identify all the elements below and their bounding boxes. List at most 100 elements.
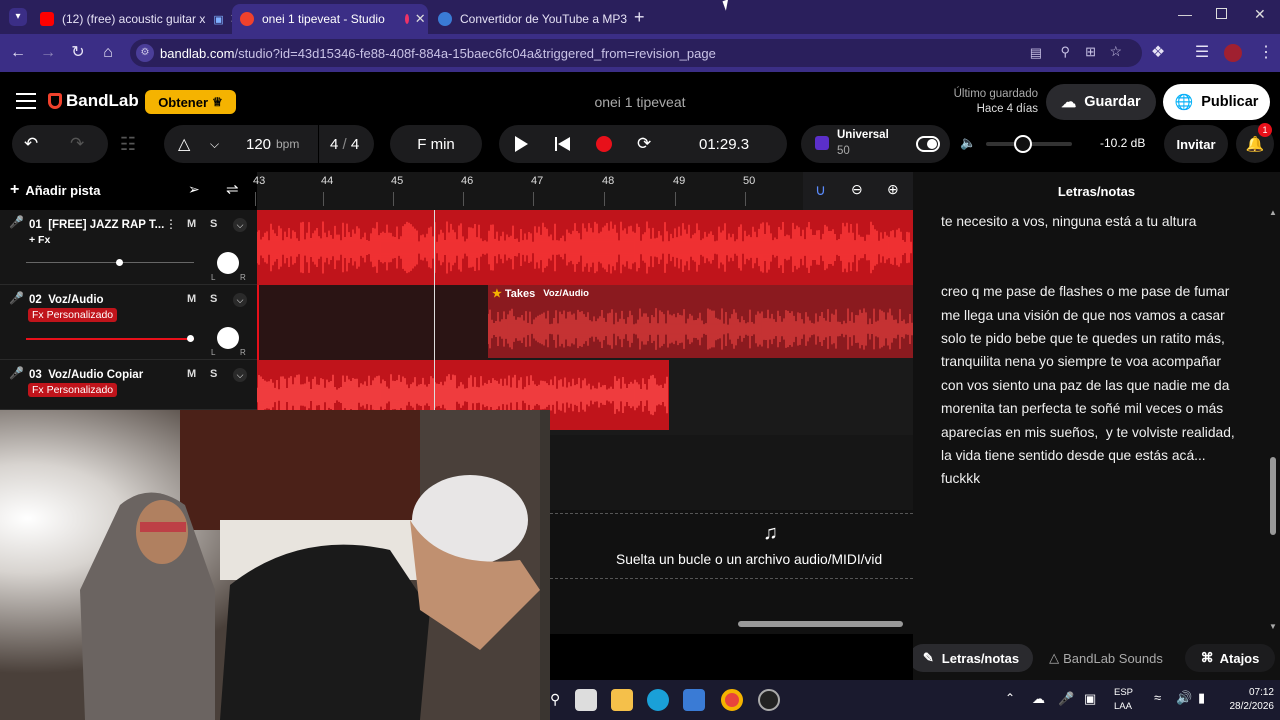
track-lane-2[interactable]: ★ Takes Voz/Audio	[257, 285, 913, 360]
close-tab-icon[interactable]: ✕	[627, 11, 630, 27]
tab-list-chevron-icon[interactable]: ▾	[9, 8, 27, 26]
playhead[interactable]	[431, 202, 438, 442]
close-tab-icon[interactable]: ✕	[409, 11, 426, 27]
browser-menu-icon[interactable]: ⋮	[1256, 43, 1276, 63]
microphone-icon[interactable]: 🎤	[9, 366, 24, 380]
track-volume-slider[interactable]	[26, 259, 194, 266]
cloud-icon[interactable]: ☁	[1032, 691, 1045, 707]
profile-avatar[interactable]	[1224, 44, 1242, 62]
reading-mode-icon[interactable]: ▤	[1030, 45, 1042, 61]
chevron-down-icon[interactable]: ⌵	[210, 137, 219, 152]
bookmark-star-icon[interactable]: ☆	[1109, 43, 1122, 60]
automation-icon[interactable]: ➢	[188, 181, 200, 198]
zoom-icon[interactable]: ⚲	[1060, 44, 1070, 60]
reload-icon[interactable]: ↻	[68, 43, 88, 63]
skip-back-icon[interactable]	[555, 137, 571, 151]
track-header-1[interactable]: 🎤 01 [FREE] JAZZ RAP T... ⋮ M S ⌵ + Fx L…	[0, 210, 257, 285]
pan-knob[interactable]	[217, 327, 239, 349]
microphone-tray-icon[interactable]: 🎤	[1058, 691, 1074, 707]
record-icon[interactable]	[596, 136, 612, 152]
track-header-2[interactable]: 🎤 02 Voz/Audio M S ⌵ Fx Personalizado L …	[0, 285, 257, 360]
home-icon[interactable]: ⌂	[98, 43, 118, 63]
redo-icon[interactable]: ↷	[70, 134, 84, 154]
loop-icon[interactable]: ⟳	[637, 134, 651, 154]
file-explorer-icon[interactable]	[611, 689, 633, 711]
key-selector[interactable]: F min	[390, 125, 482, 163]
speaker-icon[interactable]: 🔈	[960, 135, 976, 151]
wifi-icon[interactable]: ≈	[1154, 690, 1161, 705]
notifications-button[interactable]: 🔔 1	[1236, 123, 1274, 163]
takes-clip[interactable]: ★ Takes Voz/Audio	[488, 285, 913, 358]
language-code[interactable]: ESP	[1114, 687, 1133, 698]
invite-button[interactable]: Invitar	[1164, 125, 1228, 163]
snap-magnet-icon[interactable]: ∪	[815, 181, 826, 199]
track-name-1[interactable]: 01 [FREE] JAZZ RAP T...	[29, 219, 164, 231]
media-control-icon[interactable]: ☰	[1192, 43, 1212, 63]
language-region[interactable]: LAA	[1114, 701, 1132, 712]
fx-badge[interactable]: Fx Personalizado	[28, 383, 118, 397]
add-fx-button[interactable]: + Fx	[29, 234, 50, 246]
track-name-3[interactable]: 03 Voz/Audio Copiar	[29, 369, 143, 381]
time-signature[interactable]: 4 / 4	[330, 136, 359, 153]
tab-lyrics[interactable]: ✎ Letras/notas	[909, 644, 1033, 672]
close-window-icon[interactable]: ✕	[1254, 6, 1266, 23]
forward-icon[interactable]: →	[38, 43, 58, 63]
drop-zone[interactable]: ♫ Suelta un bucle o un archivo audio/MID…	[550, 513, 913, 579]
undo-icon[interactable]: ↶	[24, 134, 38, 154]
timeline-ruler[interactable]: 43 44 45 46 47 48 49 50	[253, 172, 803, 210]
solo-button[interactable]: S	[210, 218, 217, 230]
bandlab-logo[interactable]: BandLab	[48, 91, 139, 111]
save-button[interactable]: ☁ Guardar	[1046, 84, 1156, 120]
track-header-3[interactable]: 🎤 03 Voz/Audio Copiar M S ⌵ Fx Personali…	[0, 360, 257, 410]
volume-thumb[interactable]	[116, 259, 124, 266]
screen-record-icon[interactable]: ▣	[1084, 691, 1096, 707]
browser-tab-bandlab[interactable]: onei 1 tipeveat - Studio ✕	[232, 4, 428, 34]
chevron-down-icon[interactable]: ⌵	[233, 218, 247, 232]
master-volume-slider[interactable]	[986, 135, 1072, 153]
microphone-icon[interactable]: 🎤	[9, 215, 24, 229]
mute-button[interactable]: M	[187, 293, 196, 305]
lyrics-text[interactable]: te necesito a vos, ninguna está a tu alt…	[941, 210, 1251, 491]
minimize-icon[interactable]: —	[1178, 6, 1192, 22]
hamburger-menu-icon[interactable]	[16, 93, 36, 109]
close-tab-icon[interactable]: ✕	[224, 11, 232, 27]
project-title[interactable]: onei 1 tipeveat	[540, 94, 740, 110]
mute-button[interactable]: M	[187, 368, 196, 380]
pan-knob[interactable]	[217, 252, 239, 274]
maximize-icon[interactable]	[1216, 8, 1227, 19]
fx-badge[interactable]: Fx Personalizado	[28, 308, 118, 322]
zoom-out-icon[interactable]: ⊖	[851, 181, 863, 198]
store-icon[interactable]	[683, 689, 705, 711]
back-icon[interactable]: ←	[8, 43, 28, 63]
install-app-icon[interactable]: ⊞	[1085, 44, 1096, 60]
piano-roll-icon[interactable]: ☷	[110, 125, 146, 163]
microphone-icon[interactable]: 🎤	[9, 291, 24, 305]
vertical-scrollbar[interactable]	[1270, 457, 1276, 535]
tempo-value[interactable]: 120	[246, 136, 271, 153]
track-options-icon[interactable]: ⋮	[165, 217, 177, 231]
volume-icon[interactable]: 🔊	[1176, 690, 1192, 706]
browser-tab-youtube[interactable]: (12) (free) acoustic guitar x ▣ ✕	[32, 4, 232, 34]
task-view-icon[interactable]	[575, 689, 597, 711]
site-info-icon[interactable]: ⚙	[136, 44, 154, 62]
new-tab-icon[interactable]: +	[634, 7, 645, 28]
metronome-icon[interactable]: △	[178, 134, 190, 154]
mute-button[interactable]: M	[187, 218, 196, 230]
browser-tab-converter[interactable]: Convertidor de YouTube a MP3 ✕	[430, 4, 630, 34]
zoom-in-icon[interactable]: ⊕	[887, 181, 899, 198]
tab-shortcuts[interactable]: ⌘ Atajos	[1185, 644, 1275, 672]
tab-bandlab-sounds[interactable]: △ BandLab Sounds	[1041, 644, 1171, 672]
obtener-button[interactable]: Obtener ♕	[145, 90, 236, 114]
battery-icon[interactable]: ▮	[1198, 690, 1205, 706]
url-input[interactable]: ⚙ bandlab.com/studio?id=43d15346-fe88-40…	[130, 39, 1142, 67]
chrome-icon[interactable]	[721, 689, 743, 711]
solo-button[interactable]: S	[210, 293, 217, 305]
publish-button[interactable]: 🌐 Publicar	[1163, 84, 1270, 120]
search-icon[interactable]: ⚲	[550, 691, 560, 708]
horizontal-scrollbar[interactable]	[738, 621, 903, 627]
add-track-button[interactable]: + Añadir pista	[10, 179, 100, 201]
scroll-down-icon[interactable]: ▼	[1269, 622, 1277, 631]
instrument-selector[interactable]: Universal 50	[801, 125, 950, 163]
volume-thumb[interactable]	[186, 335, 194, 342]
play-icon[interactable]	[515, 136, 528, 152]
